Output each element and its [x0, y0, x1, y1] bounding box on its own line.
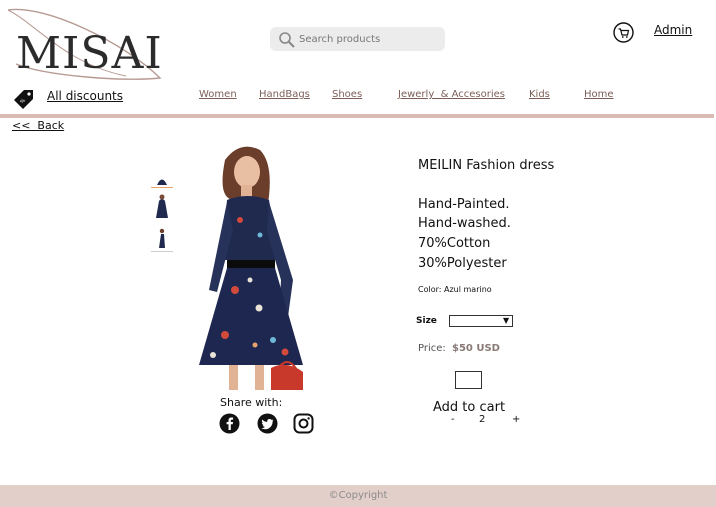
product-thumbnail[interactable]: [151, 226, 173, 252]
quantity-increase-button[interactable]: +: [512, 414, 520, 425]
nav-home[interactable]: Home: [584, 89, 614, 100]
instagram-icon[interactable]: [293, 413, 314, 434]
search-input[interactable]: [299, 31, 439, 48]
nav-handbags[interactable]: HandBags: [259, 89, 310, 100]
twitter-icon[interactable]: [257, 413, 278, 434]
price-value: $50 USD: [452, 343, 500, 354]
color-label: Color: Azul marino: [418, 285, 492, 294]
copyright-text: ©Copyright: [328, 490, 388, 501]
logo[interactable]: MISAI: [16, 28, 163, 79]
share-label: Share with:: [220, 396, 283, 409]
nav-jewelry-accessories[interactable]: Jewerly & Accesories: [398, 89, 505, 100]
description-line: Hand-washed.: [418, 216, 511, 231]
description-line: Hand-Painted.: [418, 197, 510, 212]
all-discounts-link[interactable]: All discounts: [47, 89, 123, 103]
nav-women[interactable]: Women: [199, 89, 237, 100]
size-label: Size: [416, 316, 437, 326]
header-divider: [0, 114, 714, 118]
cart-icon[interactable]: [613, 22, 634, 43]
add-to-cart-button[interactable]: Add to cart: [433, 400, 505, 415]
discount-tag-icon: %: [14, 90, 33, 109]
nav-shoes[interactable]: Shoes: [332, 89, 362, 100]
description-line: 30%Polyester: [418, 256, 507, 271]
back-link[interactable]: << Back: [12, 119, 64, 132]
description-line: 70%Cotton: [418, 236, 491, 251]
product-thumbnail[interactable]: [151, 193, 173, 219]
quantity-input[interactable]: [455, 371, 482, 389]
product-main-image: [199, 146, 303, 390]
facebook-icon[interactable]: [219, 413, 240, 434]
admin-link[interactable]: Admin: [654, 23, 692, 37]
quantity-value: 2: [479, 414, 486, 425]
quantity-decrease-button[interactable]: -: [451, 414, 455, 425]
search-icon[interactable]: [278, 31, 296, 49]
product-title: MEILIN Fashion dress: [418, 158, 555, 173]
nav-kids[interactable]: Kids: [529, 89, 550, 100]
price-label: Price:: [418, 343, 446, 354]
dropdown-arrow-icon[interactable]: ▼: [503, 316, 509, 325]
